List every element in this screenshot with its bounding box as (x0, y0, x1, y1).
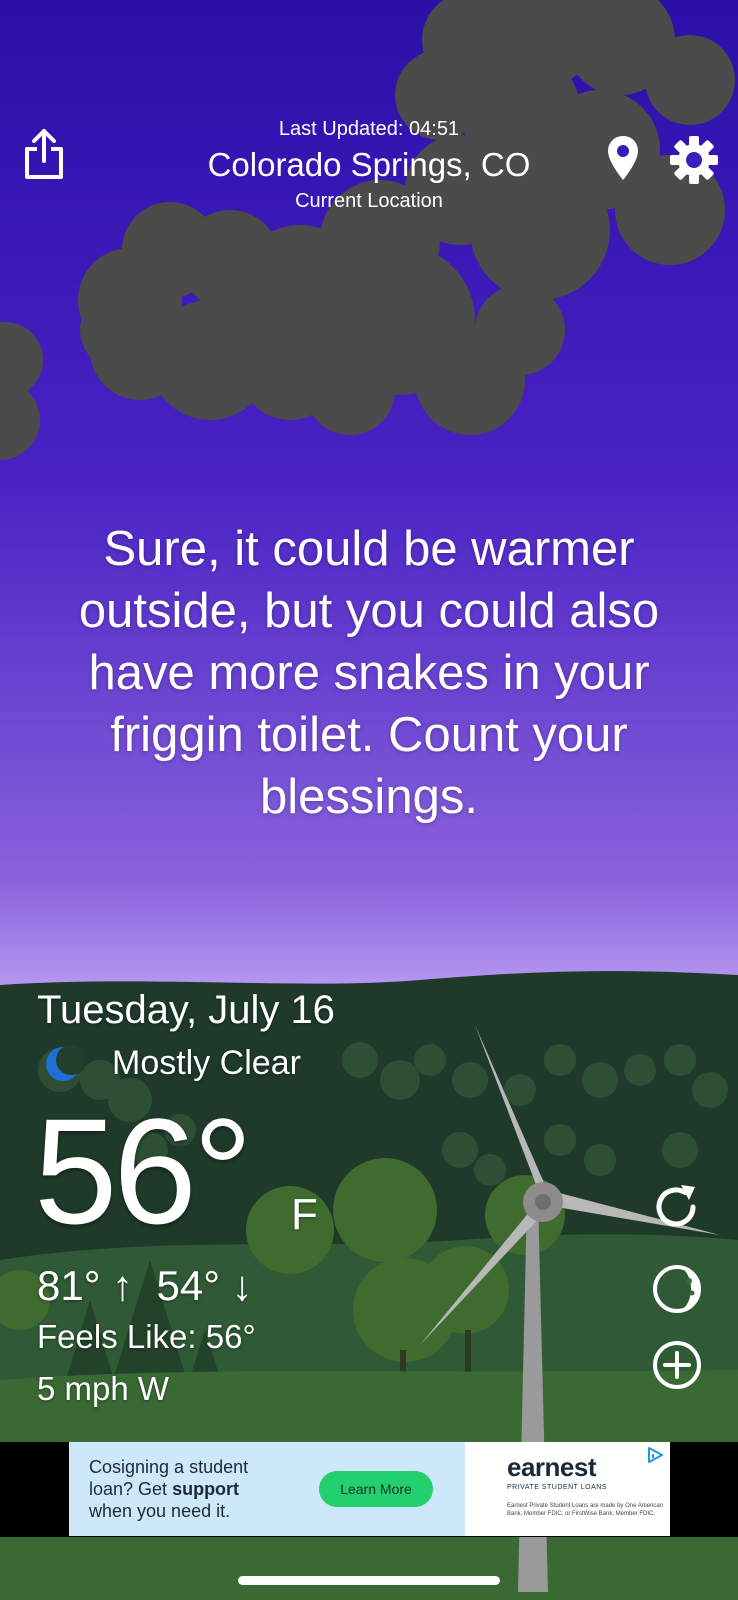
clouds (0, 0, 735, 460)
moon-icon (46, 1044, 82, 1081)
condition-text: Mostly Clear (112, 1044, 301, 1082)
location-subtitle: Current Location (295, 190, 443, 212)
feels-like: Feels Like: 56° (37, 1318, 256, 1355)
gear-icon (670, 136, 718, 184)
home-indicator[interactable] (238, 1576, 500, 1585)
ad-line-2: loan? Get (89, 1479, 173, 1499)
plus-circle-icon (653, 1341, 701, 1389)
ad-left-panel: Cosigning a student loan? Get support wh… (69, 1442, 465, 1536)
temperature-unit[interactable]: F (291, 1190, 318, 1240)
adchoices-icon[interactable] (646, 1446, 664, 1464)
date-label: Tuesday, July 16 (37, 988, 335, 1032)
theme-button[interactable] (650, 1262, 704, 1316)
ad-tagline: PRIVATE STUDENT LOANS (507, 1484, 607, 1491)
wind-speed: 5 mph W (37, 1370, 170, 1407)
moon-phase-icon (653, 1265, 701, 1313)
condition-row: Mostly Clear (44, 1044, 301, 1083)
high-low-temperature: 81° ↑ 54° ↓ (37, 1262, 253, 1309)
ad-line-1: Cosigning a student (89, 1457, 249, 1477)
ad-line-3: when you need it. (89, 1501, 231, 1521)
ad-banner[interactable]: Cosigning a student loan? Get support wh… (69, 1442, 670, 1536)
location-pin-icon (608, 136, 638, 180)
ad-line-2-bold: support (172, 1479, 240, 1499)
ad-learn-more-button[interactable]: Learn More (319, 1471, 433, 1507)
ad-brand-logo: earnest (507, 1452, 597, 1482)
settings-button[interactable] (668, 134, 720, 186)
ad-copy: Cosigning a student loan? Get support wh… (89, 1456, 299, 1522)
ad-fine-print: Earnest Private Student Loans are made b… (507, 1503, 664, 1517)
refresh-icon (656, 1185, 696, 1227)
add-location-button[interactable] (650, 1338, 704, 1392)
refresh-button[interactable] (650, 1180, 704, 1234)
current-temperature: 56° (34, 1087, 253, 1255)
location-button[interactable] (604, 132, 642, 184)
weather-quote: Sure, it could be warmer outside, but yo… (78, 522, 660, 824)
ad-right-panel: earnest PRIVATE STUDENT LOANS Earnest Pr… (465, 1442, 670, 1536)
